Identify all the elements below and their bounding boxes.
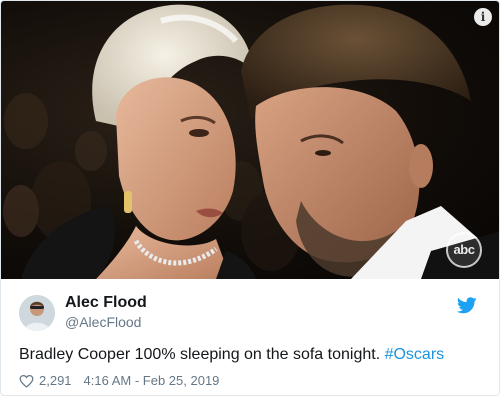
hashtag-link[interactable]: #Oscars (385, 346, 445, 363)
info-icon[interactable]: i (474, 8, 492, 26)
display-name[interactable]: Alec Flood (65, 294, 147, 312)
tweet-text-body: Bradley Cooper 100% sleeping on the sofa… (19, 346, 385, 363)
tweet-meta: 2,291 4:16 AM - Feb 25, 2019 (19, 373, 219, 388)
embedded-tweet-card[interactable]: i abc Alec Flood @AlecFlood Bradley Coop… (0, 0, 500, 396)
user-handle[interactable]: @AlecFlood (65, 314, 141, 330)
heart-icon[interactable] (19, 374, 34, 388)
tweet-text: Bradley Cooper 100% sleeping on the sofa… (19, 346, 444, 364)
avatar[interactable] (19, 295, 55, 331)
tweet-timestamp[interactable]: 4:16 AM - Feb 25, 2019 (84, 373, 220, 388)
abc-watermark: abc (446, 232, 482, 268)
avatar-image (19, 295, 55, 331)
tweet-body: Alec Flood @AlecFlood Bradley Cooper 100… (1, 279, 499, 395)
like-count[interactable]: 2,291 (39, 373, 72, 388)
tweet-photo[interactable]: i abc (1, 1, 499, 279)
photo-scene (3, 4, 499, 279)
twitter-bird-icon[interactable] (457, 297, 477, 314)
